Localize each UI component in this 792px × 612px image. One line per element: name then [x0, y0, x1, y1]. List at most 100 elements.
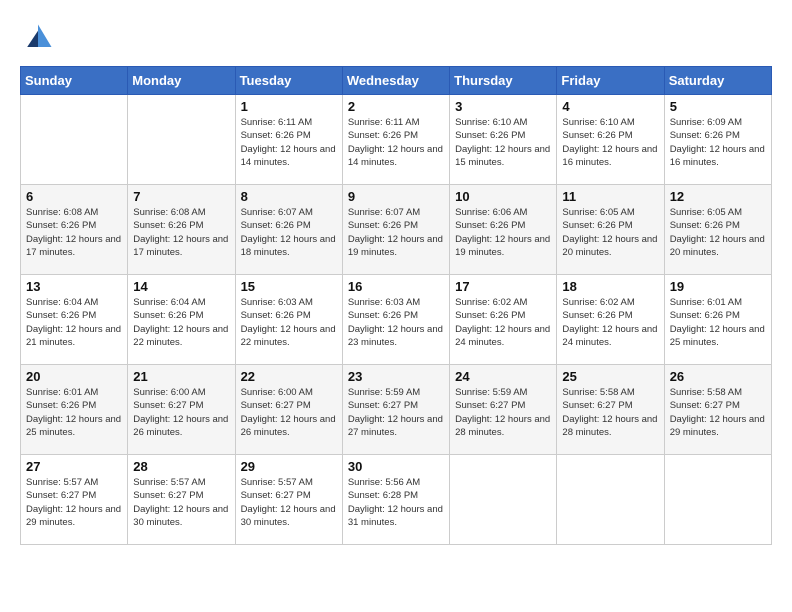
- cell-info: Sunrise: 6:10 AMSunset: 6:26 PMDaylight:…: [455, 116, 551, 169]
- day-number: 12: [670, 189, 766, 204]
- day-number: 18: [562, 279, 658, 294]
- calendar-cell: 24 Sunrise: 5:59 AMSunset: 6:27 PMDayligh…: [450, 365, 557, 455]
- calendar-cell: 26 Sunrise: 5:58 AMSunset: 6:27 PMDayligh…: [664, 365, 771, 455]
- cell-info: Sunrise: 5:58 AMSunset: 6:27 PMDaylight:…: [670, 386, 766, 439]
- cell-info: Sunrise: 5:59 AMSunset: 6:27 PMDaylight:…: [348, 386, 444, 439]
- day-number: 21: [133, 369, 229, 384]
- cell-info: Sunrise: 6:08 AMSunset: 6:26 PMDaylight:…: [133, 206, 229, 259]
- cell-info: Sunrise: 5:59 AMSunset: 6:27 PMDaylight:…: [455, 386, 551, 439]
- cell-info: Sunrise: 6:02 AMSunset: 6:26 PMDaylight:…: [455, 296, 551, 349]
- calendar-cell: 2 Sunrise: 6:11 AMSunset: 6:26 PMDaylight…: [342, 95, 449, 185]
- cell-info: Sunrise: 6:11 AMSunset: 6:26 PMDaylight:…: [348, 116, 444, 169]
- cell-info: Sunrise: 5:57 AMSunset: 6:27 PMDaylight:…: [133, 476, 229, 529]
- cell-info: Sunrise: 6:05 AMSunset: 6:26 PMDaylight:…: [670, 206, 766, 259]
- calendar-week-4: 20 Sunrise: 6:01 AMSunset: 6:26 PMDayligh…: [21, 365, 772, 455]
- calendar-cell: 19 Sunrise: 6:01 AMSunset: 6:26 PMDayligh…: [664, 275, 771, 365]
- day-number: 20: [26, 369, 122, 384]
- day-number: 2: [348, 99, 444, 114]
- cell-info: Sunrise: 6:00 AMSunset: 6:27 PMDaylight:…: [241, 386, 337, 439]
- calendar-cell: 8 Sunrise: 6:07 AMSunset: 6:26 PMDaylight…: [235, 185, 342, 275]
- calendar-cell: 14 Sunrise: 6:04 AMSunset: 6:26 PMDayligh…: [128, 275, 235, 365]
- calendar-cell: 3Sunrise: 6:10 AMSunset: 6:26 PMDaylight…: [450, 95, 557, 185]
- day-number: 17: [455, 279, 551, 294]
- day-number: 19: [670, 279, 766, 294]
- calendar-cell: 28 Sunrise: 5:57 AMSunset: 6:27 PMDayligh…: [128, 455, 235, 545]
- calendar-cell: 21 Sunrise: 6:00 AMSunset: 6:27 PMDayligh…: [128, 365, 235, 455]
- cell-info: Sunrise: 6:07 AMSunset: 6:26 PMDaylight:…: [241, 206, 337, 259]
- calendar-week-3: 13 Sunrise: 6:04 AMSunset: 6:26 PMDayligh…: [21, 275, 772, 365]
- cell-info: Sunrise: 6:07 AMSunset: 6:26 PMDaylight:…: [348, 206, 444, 259]
- day-number: 14: [133, 279, 229, 294]
- day-header-thursday: Thursday: [450, 67, 557, 95]
- cell-info: Sunrise: 5:58 AMSunset: 6:27 PMDaylight:…: [562, 386, 658, 439]
- day-number: 24: [455, 369, 551, 384]
- cell-info: Sunrise: 6:01 AMSunset: 6:26 PMDaylight:…: [26, 386, 122, 439]
- calendar-cell: 17 Sunrise: 6:02 AMSunset: 6:26 PMDayligh…: [450, 275, 557, 365]
- calendar-cell: 6 Sunrise: 6:08 AMSunset: 6:26 PMDaylight…: [21, 185, 128, 275]
- calendar-cell: 10 Sunrise: 6:06 AMSunset: 6:26 PMDayligh…: [450, 185, 557, 275]
- day-number: 26: [670, 369, 766, 384]
- day-header-tuesday: Tuesday: [235, 67, 342, 95]
- cell-info: Sunrise: 6:04 AMSunset: 6:26 PMDaylight:…: [133, 296, 229, 349]
- day-number: 30: [348, 459, 444, 474]
- calendar-cell: 4Sunrise: 6:10 AMSunset: 6:26 PMDaylight…: [557, 95, 664, 185]
- page-header: [20, 20, 772, 56]
- cell-info: Sunrise: 5:57 AMSunset: 6:27 PMDaylight:…: [26, 476, 122, 529]
- calendar-body: 1Sunrise: 6:11 AMSunset: 6:26 PMDaylight…: [21, 95, 772, 545]
- day-header-saturday: Saturday: [664, 67, 771, 95]
- day-number: 13: [26, 279, 122, 294]
- calendar-cell: 9 Sunrise: 6:07 AMSunset: 6:26 PMDaylight…: [342, 185, 449, 275]
- calendar-cell: 15 Sunrise: 6:03 AMSunset: 6:26 PMDayligh…: [235, 275, 342, 365]
- calendar-cell: 12 Sunrise: 6:05 AMSunset: 6:26 PMDayligh…: [664, 185, 771, 275]
- calendar-table: SundayMondayTuesdayWednesdayThursdayFrid…: [20, 66, 772, 545]
- calendar-cell: 20 Sunrise: 6:01 AMSunset: 6:26 PMDayligh…: [21, 365, 128, 455]
- day-number: 22: [241, 369, 337, 384]
- day-number: 23: [348, 369, 444, 384]
- day-number: 8: [241, 189, 337, 204]
- calendar-cell: [557, 455, 664, 545]
- calendar-cell: 11 Sunrise: 6:05 AMSunset: 6:26 PMDayligh…: [557, 185, 664, 275]
- day-number: 16: [348, 279, 444, 294]
- day-number: 29: [241, 459, 337, 474]
- cell-info: Sunrise: 6:08 AMSunset: 6:26 PMDaylight:…: [26, 206, 122, 259]
- calendar-cell: [664, 455, 771, 545]
- cell-info: Sunrise: 5:56 AMSunset: 6:28 PMDaylight:…: [348, 476, 444, 529]
- day-header-friday: Friday: [557, 67, 664, 95]
- calendar-header: SundayMondayTuesdayWednesdayThursdayFrid…: [21, 67, 772, 95]
- day-number: 11: [562, 189, 658, 204]
- day-number: 7: [133, 189, 229, 204]
- calendar-week-5: 27 Sunrise: 5:57 AMSunset: 6:27 PMDayligh…: [21, 455, 772, 545]
- calendar-cell: 13 Sunrise: 6:04 AMSunset: 6:26 PMDayligh…: [21, 275, 128, 365]
- cell-info: Sunrise: 6:11 AMSunset: 6:26 PMDaylight:…: [241, 116, 337, 169]
- cell-info: Sunrise: 6:00 AMSunset: 6:27 PMDaylight:…: [133, 386, 229, 439]
- cell-info: Sunrise: 6:03 AMSunset: 6:26 PMDaylight:…: [348, 296, 444, 349]
- day-number: 27: [26, 459, 122, 474]
- calendar-cell: [450, 455, 557, 545]
- day-number: 25: [562, 369, 658, 384]
- cell-info: Sunrise: 6:03 AMSunset: 6:26 PMDaylight:…: [241, 296, 337, 349]
- day-header-monday: Monday: [128, 67, 235, 95]
- day-number: 5: [670, 99, 766, 114]
- calendar-cell: 18Sunrise: 6:02 AMSunset: 6:26 PMDayligh…: [557, 275, 664, 365]
- day-number: 28: [133, 459, 229, 474]
- cell-info: Sunrise: 6:06 AMSunset: 6:26 PMDaylight:…: [455, 206, 551, 259]
- day-header-sunday: Sunday: [21, 67, 128, 95]
- day-number: 9: [348, 189, 444, 204]
- calendar-cell: 5 Sunrise: 6:09 AMSunset: 6:26 PMDaylight…: [664, 95, 771, 185]
- day-header-wednesday: Wednesday: [342, 67, 449, 95]
- cell-info: Sunrise: 6:04 AMSunset: 6:26 PMDaylight:…: [26, 296, 122, 349]
- calendar-cell: 23 Sunrise: 5:59 AMSunset: 6:27 PMDayligh…: [342, 365, 449, 455]
- cell-info: Sunrise: 6:09 AMSunset: 6:26 PMDaylight:…: [670, 116, 766, 169]
- calendar-cell: 29Sunrise: 5:57 AMSunset: 6:27 PMDayligh…: [235, 455, 342, 545]
- calendar-cell: 7 Sunrise: 6:08 AMSunset: 6:26 PMDaylight…: [128, 185, 235, 275]
- calendar-cell: [21, 95, 128, 185]
- cell-info: Sunrise: 6:05 AMSunset: 6:26 PMDaylight:…: [562, 206, 658, 259]
- calendar-cell: 1Sunrise: 6:11 AMSunset: 6:26 PMDaylight…: [235, 95, 342, 185]
- day-number: 15: [241, 279, 337, 294]
- day-number: 10: [455, 189, 551, 204]
- cell-info: Sunrise: 6:01 AMSunset: 6:26 PMDaylight:…: [670, 296, 766, 349]
- calendar-cell: [128, 95, 235, 185]
- calendar-week-2: 6 Sunrise: 6:08 AMSunset: 6:26 PMDaylight…: [21, 185, 772, 275]
- logo-icon: [20, 20, 56, 56]
- day-number: 6: [26, 189, 122, 204]
